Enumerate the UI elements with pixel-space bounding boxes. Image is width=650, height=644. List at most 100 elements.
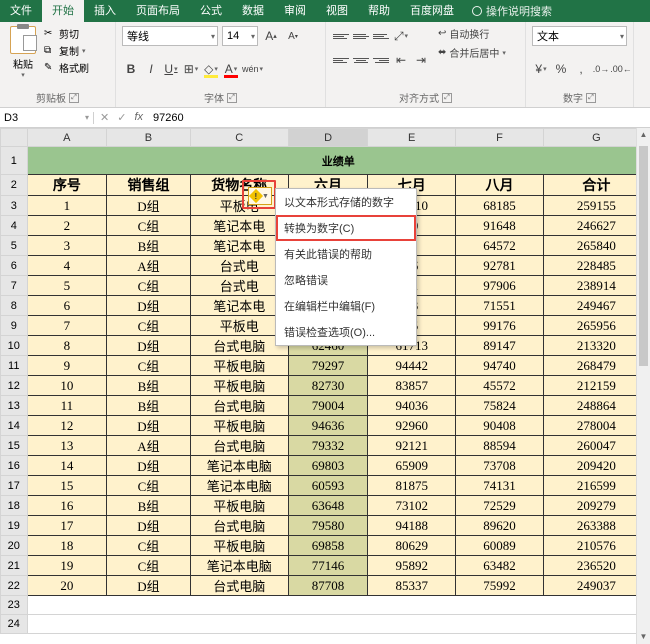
- context-menu-item[interactable]: 转换为数字(C): [276, 215, 416, 241]
- data-cell[interactable]: 99176: [456, 316, 544, 336]
- data-cell[interactable]: 平板电: [190, 316, 288, 336]
- data-cell[interactable]: 笔记本电脑: [190, 476, 288, 496]
- data-cell[interactable]: 台式电脑: [190, 336, 288, 356]
- wrap-text-button[interactable]: ↩自动换行: [438, 26, 506, 41]
- row-header[interactable]: 5: [1, 236, 28, 256]
- data-cell[interactable]: 94036: [368, 396, 456, 416]
- data-cell[interactable]: D组: [107, 516, 191, 536]
- font-color-button[interactable]: A: [222, 59, 240, 79]
- number-format-combo[interactable]: 文本: [532, 26, 627, 46]
- data-cell[interactable]: 238914: [543, 276, 649, 296]
- data-cell[interactable]: 79004: [288, 396, 368, 416]
- col-header[interactable]: A: [27, 129, 107, 147]
- scroll-down-icon[interactable]: ▼: [637, 630, 650, 644]
- data-cell[interactable]: B组: [107, 236, 191, 256]
- row-header[interactable]: 17: [1, 476, 28, 496]
- tell-me-search[interactable]: 操作说明搜索: [472, 3, 552, 19]
- enter-icon[interactable]: ✓: [117, 111, 126, 124]
- data-cell[interactable]: 209420: [543, 456, 649, 476]
- format-painter-button[interactable]: ✎格式刷: [44, 60, 89, 75]
- cancel-icon[interactable]: ✕: [100, 111, 109, 124]
- data-cell[interactable]: 87708: [288, 576, 368, 596]
- data-cell[interactable]: C组: [107, 276, 191, 296]
- empty-cell[interactable]: [27, 596, 649, 615]
- data-cell[interactable]: C组: [107, 536, 191, 556]
- row-header[interactable]: 18: [1, 496, 28, 516]
- data-cell[interactable]: 17: [27, 516, 107, 536]
- data-cell[interactable]: 77146: [288, 556, 368, 576]
- data-cell[interactable]: B组: [107, 396, 191, 416]
- scroll-thumb[interactable]: [639, 146, 648, 366]
- data-cell[interactable]: A组: [107, 256, 191, 276]
- context-menu-item[interactable]: 在编辑栏中编辑(F): [276, 293, 416, 319]
- data-cell[interactable]: 13: [27, 436, 107, 456]
- data-cell[interactable]: 7: [27, 316, 107, 336]
- scroll-up-icon[interactable]: ▲: [637, 128, 650, 142]
- increase-decimal-button[interactable]: .0→: [592, 59, 610, 79]
- row-header[interactable]: 23: [1, 596, 28, 615]
- context-menu-item[interactable]: 错误检查选项(O)...: [276, 319, 416, 345]
- data-cell[interactable]: 71551: [456, 296, 544, 316]
- data-cell[interactable]: 笔记本电脑: [190, 456, 288, 476]
- row-header[interactable]: 15: [1, 436, 28, 456]
- formula-input[interactable]: 97260: [149, 112, 650, 124]
- data-cell[interactable]: 94740: [456, 356, 544, 376]
- italic-button[interactable]: I: [142, 59, 160, 79]
- col-header[interactable]: D: [288, 129, 368, 147]
- data-cell[interactable]: 89620: [456, 516, 544, 536]
- data-cell[interactable]: A组: [107, 436, 191, 456]
- bold-button[interactable]: B: [122, 59, 140, 79]
- data-cell[interactable]: 笔记本电脑: [190, 556, 288, 576]
- context-menu-item[interactable]: 有关此错误的帮助: [276, 241, 416, 267]
- data-cell[interactable]: 9: [27, 356, 107, 376]
- row-header[interactable]: 13: [1, 396, 28, 416]
- clipboard-launcher[interactable]: ⤢: [69, 93, 79, 103]
- data-cell[interactable]: 209279: [543, 496, 649, 516]
- data-cell[interactable]: 12: [27, 416, 107, 436]
- col-header[interactable]: F: [456, 129, 544, 147]
- data-cell[interactable]: 259155: [543, 196, 649, 216]
- tab-4[interactable]: 公式: [190, 0, 232, 22]
- data-cell[interactable]: 73102: [368, 496, 456, 516]
- copy-button[interactable]: ⧉复制▾: [44, 43, 89, 58]
- data-cell[interactable]: 210576: [543, 536, 649, 556]
- row-header[interactable]: 19: [1, 516, 28, 536]
- row-header[interactable]: 20: [1, 536, 28, 556]
- tab-5[interactable]: 数据: [232, 0, 274, 22]
- font-launcher[interactable]: ⤢: [227, 93, 237, 103]
- row-header[interactable]: 9: [1, 316, 28, 336]
- select-all-corner[interactable]: [1, 129, 28, 147]
- data-cell[interactable]: 8: [27, 336, 107, 356]
- data-cell[interactable]: 89147: [456, 336, 544, 356]
- name-box[interactable]: D3: [0, 112, 94, 124]
- data-cell[interactable]: 63648: [288, 496, 368, 516]
- align-right-button[interactable]: [372, 50, 390, 70]
- number-launcher[interactable]: ⤢: [586, 93, 596, 103]
- empty-cell[interactable]: [27, 615, 649, 634]
- data-cell[interactable]: 265840: [543, 236, 649, 256]
- data-cell[interactable]: 236520: [543, 556, 649, 576]
- data-cell[interactable]: 249037: [543, 576, 649, 596]
- data-cell[interactable]: 94636: [288, 416, 368, 436]
- data-cell[interactable]: 72529: [456, 496, 544, 516]
- comma-button[interactable]: ,: [572, 59, 590, 79]
- font-size-combo[interactable]: 14: [222, 26, 258, 46]
- data-cell[interactable]: 69858: [288, 536, 368, 556]
- data-cell[interactable]: C组: [107, 356, 191, 376]
- data-cell[interactable]: 97906: [456, 276, 544, 296]
- data-cell[interactable]: 265956: [543, 316, 649, 336]
- row-header[interactable]: 12: [1, 376, 28, 396]
- data-cell[interactable]: 10: [27, 376, 107, 396]
- shrink-font-button[interactable]: A▾: [284, 26, 302, 46]
- data-cell[interactable]: 79332: [288, 436, 368, 456]
- cut-button[interactable]: ✂剪切: [44, 26, 89, 41]
- data-cell[interactable]: C组: [107, 556, 191, 576]
- data-cell[interactable]: 246627: [543, 216, 649, 236]
- data-cell[interactable]: 平板电脑: [190, 496, 288, 516]
- data-cell[interactable]: 92121: [368, 436, 456, 456]
- data-cell[interactable]: 1: [27, 196, 107, 216]
- data-cell[interactable]: D组: [107, 296, 191, 316]
- tab-9[interactable]: 百度网盘: [400, 0, 464, 22]
- data-cell[interactable]: 263388: [543, 516, 649, 536]
- grow-font-button[interactable]: A▴: [262, 26, 280, 46]
